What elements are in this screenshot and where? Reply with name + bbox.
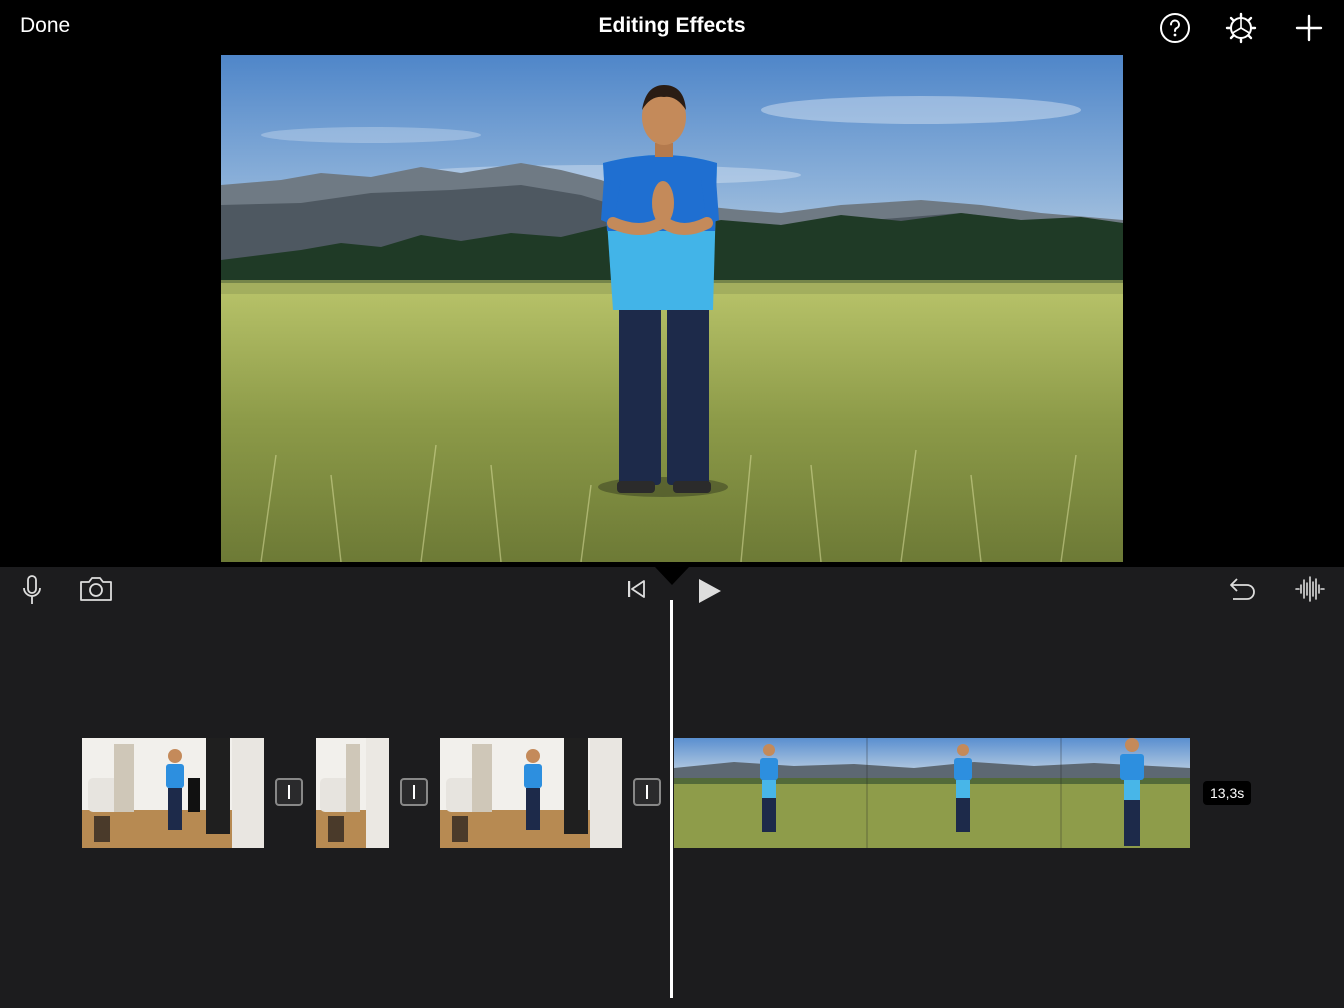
- video-frame: [221, 55, 1123, 562]
- camera-icon[interactable]: [78, 575, 114, 603]
- timeline-clip-3[interactable]: [440, 738, 622, 848]
- timeline-clip-1[interactable]: [82, 738, 264, 848]
- transition-button-1[interactable]: [275, 778, 303, 806]
- video-viewer: [0, 55, 1344, 562]
- playhead-line[interactable]: [670, 600, 673, 998]
- timeline-clip-4-selected[interactable]: [674, 738, 1190, 848]
- play-icon[interactable]: [696, 576, 724, 606]
- top-bar: Done Editing Effects: [0, 0, 1344, 55]
- add-icon[interactable]: [1293, 12, 1325, 44]
- clip-thumbnail: [316, 738, 389, 848]
- skip-to-start-icon[interactable]: [625, 579, 647, 599]
- project-title: Editing Effects: [598, 14, 746, 37]
- transition-button-3[interactable]: [633, 778, 661, 806]
- clip-duration-label: 13,3s: [1203, 781, 1252, 805]
- undo-icon[interactable]: [1227, 576, 1257, 604]
- help-icon[interactable]: [1159, 12, 1191, 44]
- microphone-icon[interactable]: [20, 574, 44, 606]
- transition-button-2[interactable]: [400, 778, 428, 806]
- clip-thumbnail: [82, 738, 264, 848]
- audio-waveform-icon[interactable]: [1294, 574, 1326, 604]
- playhead-marker: [655, 567, 689, 585]
- clip-thumbnail-strip: [674, 738, 1190, 848]
- clip-thumbnail: [440, 738, 622, 848]
- settings-icon[interactable]: [1225, 12, 1257, 44]
- video-preview[interactable]: [221, 55, 1123, 562]
- timeline-clip-2[interactable]: [316, 738, 389, 848]
